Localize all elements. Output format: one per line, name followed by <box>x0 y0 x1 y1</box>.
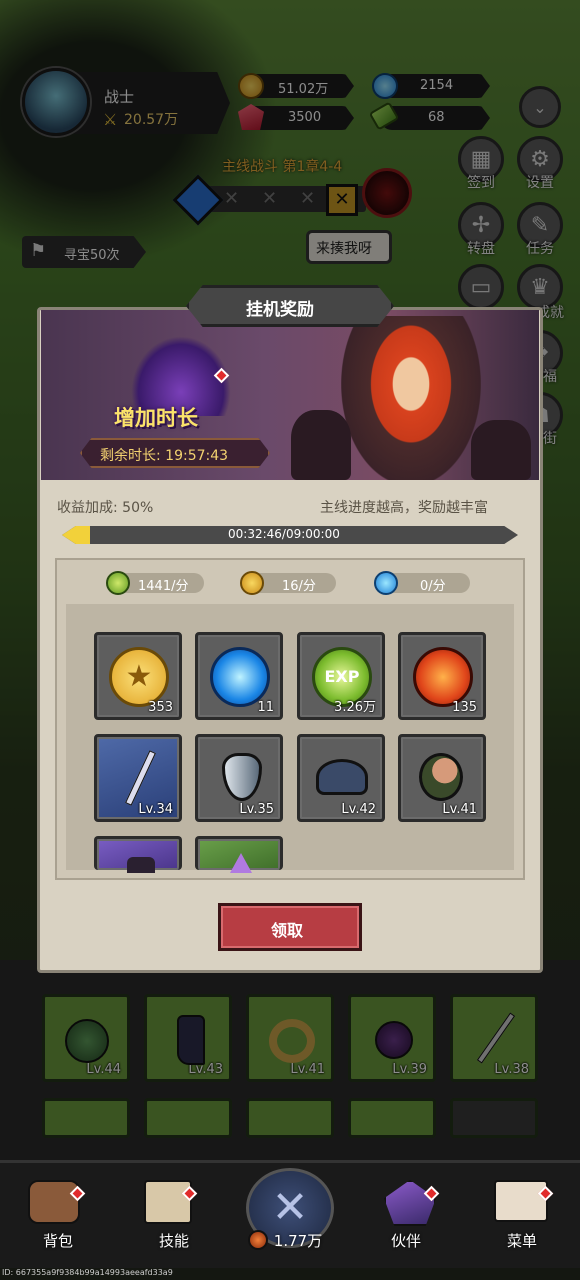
reward-item-boots[interactable]: Lv.41 <box>398 734 486 822</box>
blue-gem-icon <box>374 571 398 595</box>
gold-coin-icon: ★ <box>109 647 169 707</box>
cat-silhouette <box>291 410 351 480</box>
reward-item-exp[interactable]: EXP 3.26万 <box>297 632 385 720</box>
debug-id: ID: 667355a9f9384b99a14993aeeafd33a9 <box>2 1268 173 1277</box>
partner-icon <box>384 1180 436 1226</box>
reward-item-level: Lv.42 <box>341 802 376 817</box>
reward-item-crystal[interactable] <box>195 836 283 873</box>
idle-progress-text: 00:32:46/09:00:00 <box>228 527 340 541</box>
exp-icon <box>106 571 130 595</box>
progress-hint: 主线进度越高，奖励越丰富 <box>320 500 488 516</box>
item-icon <box>127 857 155 873</box>
nav-bag-label: 背包 <box>42 1232 73 1250</box>
character-portrait <box>341 316 481 480</box>
bag-icon <box>28 1180 80 1224</box>
exp-rate: 1441/分 <box>138 579 189 594</box>
reward-item-count: 11 <box>257 700 274 715</box>
cat-silhouette <box>471 420 531 480</box>
nav-skill-label: 技能 <box>158 1232 189 1250</box>
gold-coin-icon <box>240 571 264 595</box>
boots-icon <box>419 753 463 801</box>
gold-rate: 16/分 <box>282 579 316 594</box>
reward-item-gold[interactable]: ★ 353 <box>94 632 182 720</box>
nav-menu-label: 菜单 <box>506 1232 537 1250</box>
bonus-label: 收益加成: 50% <box>57 500 154 516</box>
blue-orb-icon <box>210 647 270 707</box>
helmet-icon <box>316 759 368 795</box>
nav-partner-label: 伙伴 <box>390 1232 421 1250</box>
reward-item-blue-orb[interactable]: 11 <box>195 632 283 720</box>
reward-item-shield[interactable]: Lv.35 <box>195 734 283 822</box>
book-icon <box>494 1180 548 1222</box>
reward-item-count: 353 <box>148 700 173 715</box>
modal-title: 挂机奖励 <box>246 300 314 320</box>
extend-duration-label: 增加时长 <box>114 406 198 430</box>
red-orb-icon <box>413 647 473 707</box>
gem-rate: 0/分 <box>420 579 446 594</box>
crossed-swords-icon: ✕ <box>271 1182 309 1233</box>
reward-item-level: Lv.34 <box>138 802 173 817</box>
reward-item-helmet[interactable]: Lv.42 <box>297 734 385 822</box>
crystal-icon <box>230 853 252 873</box>
reward-item-count: 135 <box>452 700 477 715</box>
reward-item-sword[interactable]: Lv.34 <box>94 734 182 822</box>
claim-label: 领取 <box>271 921 304 940</box>
scroll-icon <box>144 1180 192 1224</box>
remaining-time: 剩余时长: 19:57:43 <box>100 448 229 464</box>
reward-item-red-orb[interactable]: 135 <box>398 632 486 720</box>
reward-item-count: 3.26万 <box>334 700 376 715</box>
reward-item-purple[interactable] <box>94 836 182 873</box>
reward-item-level: Lv.41 <box>442 802 477 817</box>
nav-battle-label: 1.77万 <box>273 1232 323 1250</box>
shield-icon <box>222 753 262 801</box>
reward-item-level: Lv.35 <box>239 802 274 817</box>
sword-icon <box>125 750 156 806</box>
